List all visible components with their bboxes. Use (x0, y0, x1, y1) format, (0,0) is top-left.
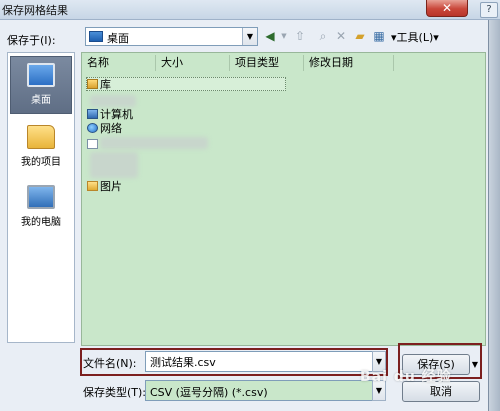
save-in-label: 保存于(I): (7, 34, 56, 47)
computer-icon (87, 109, 98, 119)
window-title: 保存网格结果 (2, 4, 68, 17)
place-desktop[interactable]: 桌面 (10, 56, 72, 114)
save-in-value: 桌面 (107, 32, 129, 45)
chevron-down-icon[interactable]: ▼ (242, 28, 257, 45)
back-dropdown-icon[interactable]: ▼ (280, 27, 288, 46)
place-label: 我的电脑 (21, 217, 61, 228)
desktop-icon (89, 31, 103, 42)
item-name: 计算机 (100, 108, 133, 121)
item-name: 网络 (100, 122, 122, 135)
column-header-date[interactable]: 修改日期 (304, 55, 394, 71)
up-folder-icon[interactable]: ⇧ (292, 27, 308, 46)
redacted-item (100, 137, 208, 149)
title-bar: 保存网格结果 (0, 0, 500, 20)
column-header-type[interactable]: 项目类型 (230, 55, 304, 71)
list-item[interactable] (87, 138, 100, 152)
column-header-name[interactable]: 名称 (82, 55, 156, 71)
column-header-size[interactable]: 大小 (156, 55, 230, 71)
computer-icon (27, 185, 55, 209)
list-item[interactable]: 图片 (87, 180, 122, 194)
filetype-select[interactable]: CSV (逗号分隔) (*.csv) (145, 380, 385, 401)
folder-icon (27, 125, 55, 149)
tools-menu[interactable]: ▾工具(L)▾ (391, 29, 439, 45)
document-icon (87, 139, 98, 149)
picture-folder-icon (87, 181, 98, 191)
filetype-value: CSV (逗号分隔) (*.csv) (150, 386, 268, 399)
focus-outline (86, 77, 286, 91)
help-icon[interactable] (480, 2, 498, 18)
redacted-item (90, 95, 136, 107)
watermark: Bai du 经验 (360, 369, 452, 385)
place-my-computer[interactable]: 我的电脑 (10, 179, 72, 237)
list-item[interactable]: 库 (87, 78, 111, 92)
search-icon[interactable]: ⌕ (316, 27, 330, 46)
close-button[interactable] (426, 0, 468, 17)
filetype-label: 保存类型(T): (83, 386, 147, 399)
place-label: 桌面 (31, 95, 51, 106)
item-name: 图片 (100, 180, 122, 193)
new-folder-icon[interactable]: ▰ (352, 27, 368, 46)
delete-icon[interactable]: ✕ (334, 27, 348, 46)
redacted-item (90, 152, 138, 178)
list-item[interactable]: 网络 (87, 122, 122, 136)
back-arrow-icon[interactable]: ◀ (263, 27, 277, 46)
desktop-icon (27, 63, 55, 87)
places-bar: 桌面 我的项目 我的电脑 (7, 52, 75, 343)
tools-label: 工具(L) (396, 31, 434, 44)
background-window-edge (488, 20, 500, 411)
save-in-combobox[interactable]: 桌面 ▼ (85, 27, 258, 46)
views-icon[interactable]: ▦ (371, 27, 387, 46)
library-icon (87, 79, 98, 89)
item-name: 库 (100, 78, 111, 91)
file-list[interactable]: 名称 大小 项目类型 修改日期 库 计算机 网络 图片 (81, 52, 486, 346)
place-label: 我的项目 (21, 157, 61, 168)
list-item[interactable]: 计算机 (87, 108, 133, 122)
network-icon (87, 123, 98, 133)
filename-label: 文件名(N): (83, 357, 137, 370)
place-my-projects[interactable]: 我的项目 (10, 119, 72, 177)
filename-input[interactable] (145, 351, 385, 372)
save-split-dropdown-icon[interactable]: ▼ (470, 354, 480, 375)
